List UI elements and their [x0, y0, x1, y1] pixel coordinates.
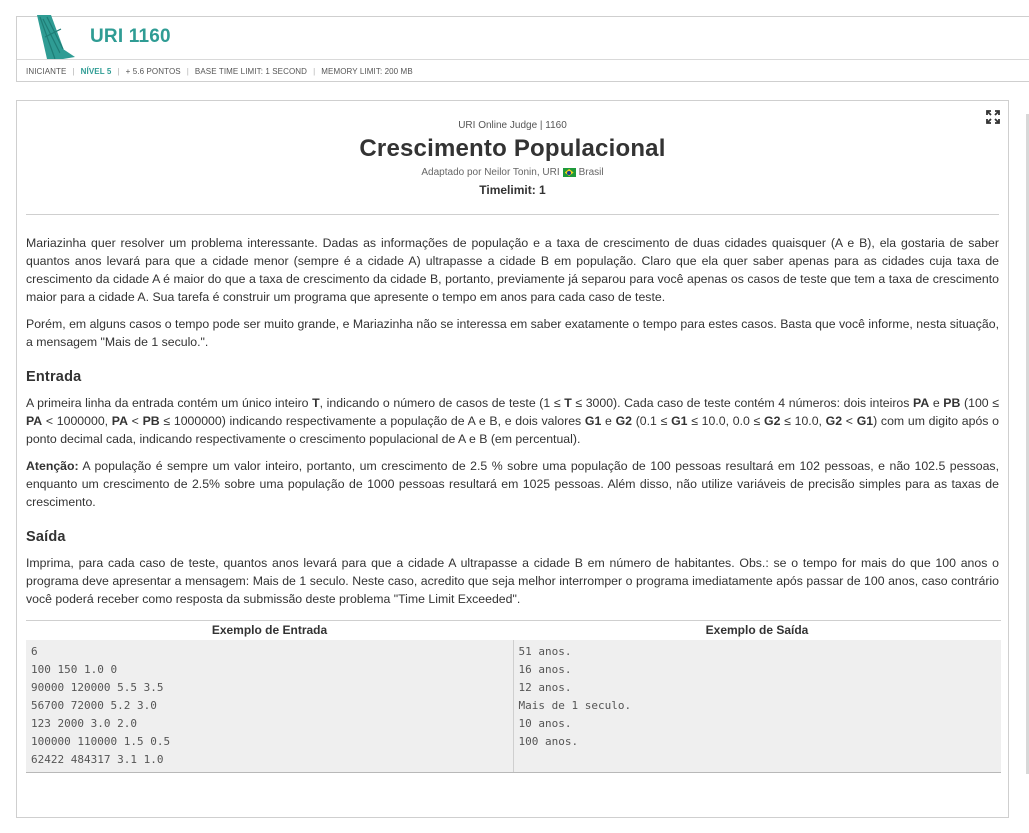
input-heading: Entrada [26, 369, 82, 385]
sample-input-block[interactable]: 6 100 150 1.0 0 90000 120000 5.5 3.5 56700 … [26, 639, 514, 773]
variable-name: G1 [671, 414, 688, 428]
sample-output-line: 16 anos. [518, 662, 572, 676]
sample-input-line: 56700 72000 5.2 3.0 [31, 698, 157, 712]
sample-input-header: Exemplo de Entrada [211, 623, 328, 638]
problem-title-block: URI Online Judge | 1160 Crescimento Popu… [17, 101, 1008, 197]
sample-input-line: 123 2000 3.0 2.0 [31, 716, 137, 730]
judge-line: URI Online Judge | 1160 [458, 120, 567, 131]
sample-output-line: 100 anos. [518, 734, 579, 748]
variable-name: G1 [584, 414, 602, 428]
attention-label: Atenção: [26, 459, 79, 473]
timelimit-label: Timelimit: 1 [479, 183, 546, 197]
meta-separator: | [186, 66, 189, 76]
base-time-limit-label: BASE TIME LIMIT: 1 SECOND [194, 66, 308, 76]
category-label[interactable]: INICIANTE [26, 67, 66, 76]
variable-name: PA [26, 414, 43, 428]
meta-separator: | [313, 66, 316, 76]
variable-name: G2 [615, 414, 632, 428]
output-heading: Saída [26, 529, 66, 545]
sample-input-line: 100000 110000 1.5 0.5 [31, 734, 171, 748]
author-country: Brasil [578, 167, 604, 178]
description-paragraph: Porém, em alguns casos o tempo pode ser … [26, 317, 999, 349]
uri-logo-icon [37, 15, 75, 59]
variable-name: T [312, 396, 320, 410]
sample-output-line: 10 anos. [518, 716, 572, 730]
variable-name: G2 [825, 414, 843, 428]
variable-name: PA [111, 414, 128, 428]
meta-separator: | [117, 66, 120, 76]
sample-output-line: Mais de 1 seculo. [518, 698, 632, 712]
description-paragraph: Mariazinha quer resolver um problema int… [26, 236, 999, 304]
meta-separator: | [72, 66, 75, 76]
sample-input-line: 100 150 1.0 0 [31, 662, 118, 676]
fullscreen-icon[interactable] [985, 109, 1001, 125]
attention-text: A população é sempre um valor inteiro, p… [26, 459, 999, 509]
points-label: + 5.6 PONTOS [125, 66, 181, 76]
problem-body: Mariazinha quer resolver um problema int… [17, 215, 1008, 608]
sample-output-line: 51 anos. [518, 644, 572, 658]
problem-header: URI 1160 INICIANTE | NÍVEL 5 | + 5.6 PON… [16, 15, 1029, 82]
variable-name: PB [943, 396, 961, 410]
variable-name: G2 [764, 414, 781, 428]
variable-name: PA [913, 396, 930, 410]
sample-input-line: 62422 484317 3.1 1.0 [31, 752, 164, 766]
sample-input-line: 6 [31, 644, 38, 658]
variable-name: T [564, 396, 572, 410]
output-description: Imprima, para cada caso de teste, quanto… [26, 556, 999, 606]
sample-output-block[interactable]: 51 anos. 16 anos. 12 anos. Mais de 1 seculo… [513, 639, 1001, 773]
page-title: Crescimento Populacional [359, 135, 666, 162]
variable-name: PB [142, 414, 160, 428]
sample-output-header: Exemplo de Saída [705, 623, 809, 638]
problem-meta-bar: INICIANTE | NÍVEL 5 | + 5.6 PONTOS | BAS… [17, 60, 1029, 82]
problem-code: URI 1160 [90, 26, 171, 47]
attention-note: Atenção: A população é sempre um valor i… [26, 457, 999, 511]
memory-limit-label: MEMORY LIMIT: 200 MB [321, 66, 413, 76]
sample-io-table: Exemplo de Entrada Exemplo de Saída 6 100… [26, 620, 1001, 773]
level-label: NÍVEL 5 [80, 66, 112, 76]
sample-input-line: 90000 120000 5.5 3.5 [31, 680, 164, 694]
input-description: A primeira linha da entrada contém um ún… [26, 396, 999, 446]
variable-name: G1 [856, 414, 874, 428]
author-line: Adaptado por Neilor Tonin, URI Brasil [17, 167, 1008, 178]
brazil-flag-icon [562, 168, 576, 177]
problem-statement-card: URI Online Judge | 1160 Crescimento Popu… [16, 100, 1009, 818]
sample-output-line: 12 anos. [518, 680, 572, 694]
author-name[interactable]: Adaptado por Neilor Tonin, URI [421, 167, 559, 178]
